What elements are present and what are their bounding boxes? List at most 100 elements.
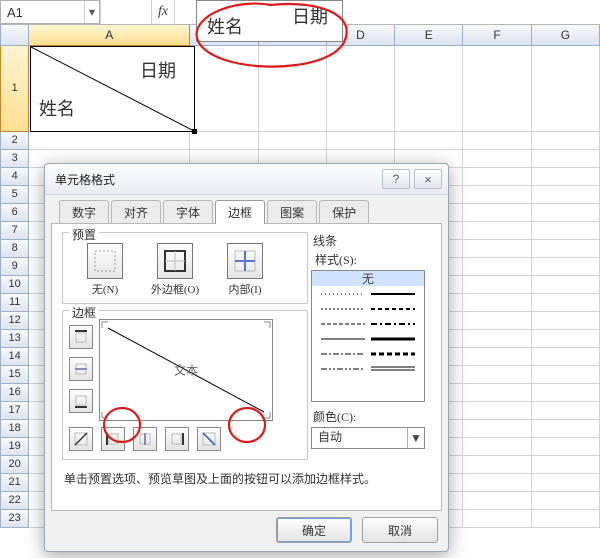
row-header[interactable]: 14 <box>0 348 29 366</box>
row-header[interactable]: 10 <box>0 276 29 294</box>
cell[interactable] <box>532 276 600 294</box>
tab-图案[interactable]: 图案 <box>267 200 317 224</box>
cell[interactable] <box>463 186 531 204</box>
fx-button[interactable]: fx <box>151 0 174 24</box>
preset-none[interactable]: 无(N) <box>79 243 131 297</box>
row-header[interactable]: 7 <box>0 222 29 240</box>
preset-outer[interactable]: 外边框(O) <box>149 243 201 297</box>
line-style-list[interactable]: 无 <box>311 270 425 402</box>
row-header[interactable]: 1 <box>0 46 29 132</box>
border-right-button[interactable] <box>165 427 189 451</box>
line-style-item[interactable] <box>312 286 424 301</box>
cell[interactable] <box>259 132 327 150</box>
cell[interactable] <box>463 276 531 294</box>
cell[interactable] <box>532 258 600 276</box>
line-style-item[interactable] <box>312 301 424 316</box>
cancel-button[interactable]: 取消 <box>362 517 438 543</box>
border-diag-down-button[interactable] <box>197 427 221 451</box>
cell[interactable] <box>463 258 531 276</box>
cell[interactable] <box>532 492 600 510</box>
cell[interactable] <box>463 384 531 402</box>
cell[interactable] <box>463 132 531 150</box>
cell[interactable] <box>532 132 600 150</box>
border-middle-h-button[interactable] <box>69 357 93 381</box>
cell[interactable] <box>327 132 395 150</box>
cell[interactable] <box>532 348 600 366</box>
line-style-none[interactable]: 无 <box>312 271 424 286</box>
border-diag-up-button[interactable] <box>69 427 93 451</box>
cell[interactable] <box>395 132 463 150</box>
dialog-close-button[interactable]: × <box>414 169 442 189</box>
name-box[interactable]: A1 ▾ <box>0 0 100 24</box>
cell[interactable] <box>532 240 600 258</box>
cell[interactable] <box>532 438 600 456</box>
col-header-a[interactable]: A <box>29 24 190 46</box>
cell[interactable] <box>463 456 531 474</box>
cell[interactable] <box>395 46 463 132</box>
border-left-button[interactable] <box>101 427 125 451</box>
cell[interactable] <box>463 312 531 330</box>
col-header-e[interactable]: E <box>395 24 463 46</box>
cell[interactable] <box>463 492 531 510</box>
col-header-f[interactable]: F <box>463 24 531 46</box>
cell[interactable] <box>463 510 531 528</box>
row-header[interactable]: 8 <box>0 240 29 258</box>
cell[interactable] <box>532 204 600 222</box>
cell[interactable] <box>532 366 600 384</box>
cell[interactable] <box>532 456 600 474</box>
line-style-item[interactable] <box>312 361 424 376</box>
row-header[interactable]: 2 <box>0 132 29 150</box>
cell[interactable] <box>29 132 190 150</box>
row-header[interactable]: 3 <box>0 150 29 168</box>
cell[interactable] <box>463 240 531 258</box>
border-preview[interactable]: 文本 <box>99 319 273 421</box>
row-header[interactable]: 5 <box>0 186 29 204</box>
cell[interactable] <box>532 330 600 348</box>
color-combobox[interactable]: 自动 ▼ <box>311 427 425 449</box>
cell[interactable] <box>463 474 531 492</box>
ok-button[interactable]: 确定 <box>276 517 352 543</box>
row-header[interactable]: 17 <box>0 402 29 420</box>
border-top-button[interactable] <box>69 325 93 349</box>
select-all-corner[interactable] <box>0 24 29 46</box>
cell[interactable] <box>463 330 531 348</box>
cell[interactable] <box>532 222 600 240</box>
fill-handle[interactable] <box>192 129 197 134</box>
cell[interactable] <box>532 474 600 492</box>
cell[interactable] <box>532 150 600 168</box>
cell[interactable] <box>532 420 600 438</box>
line-style-item[interactable] <box>312 316 424 331</box>
cell[interactable] <box>463 348 531 366</box>
row-header[interactable]: 20 <box>0 456 29 474</box>
cell[interactable] <box>532 402 600 420</box>
cell[interactable] <box>532 510 600 528</box>
cell[interactable] <box>463 150 531 168</box>
row-header[interactable]: 12 <box>0 312 29 330</box>
cell[interactable] <box>190 132 258 150</box>
line-style-item[interactable] <box>312 331 424 346</box>
cell[interactable] <box>532 168 600 186</box>
cell[interactable] <box>463 168 531 186</box>
row-header[interactable]: 9 <box>0 258 29 276</box>
cell[interactable] <box>463 294 531 312</box>
cell[interactable] <box>532 186 600 204</box>
row-header[interactable]: 19 <box>0 438 29 456</box>
row-header[interactable]: 22 <box>0 492 29 510</box>
cell[interactable] <box>190 46 258 132</box>
col-header-g[interactable]: G <box>532 24 600 46</box>
cell[interactable] <box>532 294 600 312</box>
cell[interactable] <box>463 366 531 384</box>
border-middle-v-button[interactable] <box>133 427 157 451</box>
tab-数字[interactable]: 数字 <box>59 200 109 224</box>
cell[interactable] <box>463 438 531 456</box>
row-header[interactable]: 13 <box>0 330 29 348</box>
border-bottom-button[interactable] <box>69 389 93 413</box>
cell[interactable] <box>463 402 531 420</box>
name-box-dropdown-icon[interactable]: ▾ <box>84 1 99 23</box>
tab-字体[interactable]: 字体 <box>163 200 213 224</box>
line-style-item[interactable] <box>312 346 424 361</box>
tab-边框[interactable]: 边框 <box>215 200 265 224</box>
cell[interactable] <box>463 222 531 240</box>
cell[interactable] <box>463 420 531 438</box>
cell[interactable] <box>327 46 395 132</box>
